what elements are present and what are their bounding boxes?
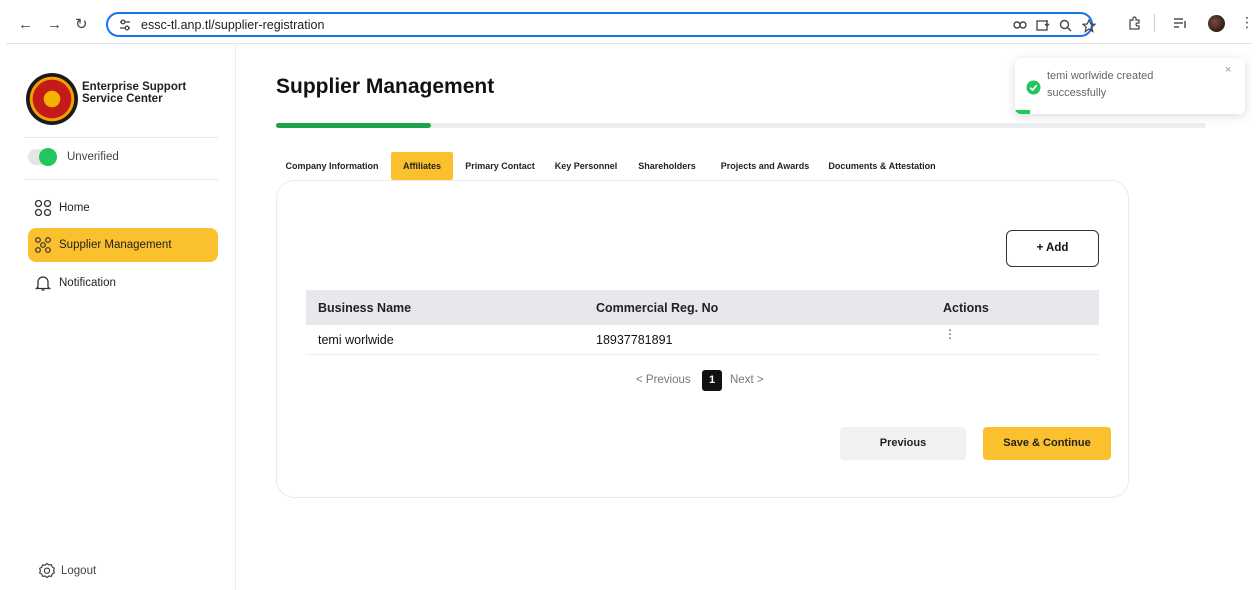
sidebar-item-supplier-management[interactable]: Supplier Management	[28, 228, 218, 262]
status-toggle	[28, 148, 57, 166]
verification-status: Unverified	[28, 148, 208, 168]
pagination-page-current[interactable]: 1	[702, 370, 722, 391]
toolbar-divider	[1154, 14, 1155, 32]
cell-commercial-reg-no: 18937781891	[596, 333, 673, 347]
tab-documents-attestation[interactable]: Documents & Attestation	[826, 152, 938, 180]
success-toast: temi worlwide created successfully ×	[1015, 58, 1245, 114]
tab-shareholders[interactable]: Shareholders	[634, 152, 700, 180]
tab-primary-contact[interactable]: Primary Contact	[460, 152, 540, 180]
essc-logo	[26, 73, 78, 125]
menu-kebab-icon[interactable]: ⋮	[1240, 15, 1254, 29]
pagination-next[interactable]: Next >	[730, 374, 764, 386]
column-header-commercial-reg-no: Commercial Reg. No	[596, 301, 719, 315]
bell-icon	[34, 274, 52, 295]
page-title: Supplier Management	[276, 75, 495, 98]
row-actions-kebab-icon[interactable]: ⋮	[944, 328, 956, 340]
sidebar-item-home[interactable]: Home	[28, 191, 218, 225]
affiliates-table: Business Name Commercial Reg. No Actions…	[306, 290, 1099, 355]
save-continue-button[interactable]: Save & Continue	[983, 427, 1111, 460]
forward-arrow-icon[interactable]: →	[47, 16, 62, 33]
pagination-previous[interactable]: < Previous	[636, 374, 691, 386]
cell-business-name: temi worlwide	[318, 333, 394, 347]
reading-list-icon[interactable]	[1173, 16, 1188, 29]
sidebar-item-label: Home	[59, 202, 90, 214]
registration-progress	[276, 123, 1206, 128]
extensions-puzzle-icon[interactable]	[1127, 16, 1142, 31]
site-settings-icon[interactable]	[118, 18, 132, 32]
tab-projects-and-awards[interactable]: Projects and Awards	[715, 152, 815, 180]
toast-timer-bar	[1015, 110, 1030, 114]
address-bar[interactable]: essc-tl.anp.tl/supplier-registration	[106, 12, 1096, 37]
table-header: Business Name Commercial Reg. No Actions	[306, 290, 1099, 325]
install-app-icon[interactable]	[1036, 19, 1050, 32]
sidebar-item-label: Supplier Management	[59, 239, 172, 251]
tab-key-personnel[interactable]: Key Personnel	[550, 152, 622, 180]
grid-circles-icon	[34, 199, 52, 220]
sidebar: Enterprise Support Service Center Unveri…	[6, 45, 236, 590]
org-name: Enterprise Support Service Center	[82, 81, 187, 105]
previous-button[interactable]: Previous	[840, 427, 966, 460]
sidebar-divider	[24, 179, 218, 180]
network-icon	[34, 236, 52, 257]
status-label: Unverified	[67, 151, 119, 163]
bookmark-star-icon[interactable]	[1082, 19, 1096, 33]
sidebar-divider	[24, 137, 218, 138]
back-arrow-icon[interactable]: ←	[18, 16, 33, 33]
gear-icon	[38, 562, 56, 583]
reload-icon[interactable]: ↻	[75, 15, 88, 33]
url-text: essc-tl.anp.tl/supplier-registration	[141, 18, 325, 32]
sidebar-item-label: Notification	[59, 277, 116, 289]
profile-avatar[interactable]	[1208, 15, 1225, 32]
browser-toolbar: ← → ↻ essc-tl.anp.tl/supplier-registrati…	[6, 4, 1254, 44]
progress-fill	[276, 123, 432, 128]
add-affiliate-button[interactable]: + Add	[1006, 230, 1099, 267]
check-circle-icon	[1026, 80, 1041, 100]
tab-affiliates[interactable]: Affiliates	[391, 152, 453, 180]
sidebar-item-notification[interactable]: Notification	[28, 266, 218, 300]
password-key-icon[interactable]	[1013, 19, 1029, 31]
toast-message: temi worlwide created successfully	[1047, 70, 1154, 99]
tab-company-information[interactable]: Company Information	[280, 152, 384, 180]
column-header-business-name: Business Name	[318, 301, 412, 315]
brand: Enterprise Support Service Center	[26, 73, 216, 131]
logout-label: Logout	[61, 565, 97, 577]
table-row: temi worlwide 18937781891 ⋮	[306, 325, 1099, 355]
close-icon[interactable]: ×	[1225, 64, 1231, 76]
column-header-actions: Actions	[943, 301, 989, 315]
zoom-icon[interactable]	[1059, 19, 1072, 32]
